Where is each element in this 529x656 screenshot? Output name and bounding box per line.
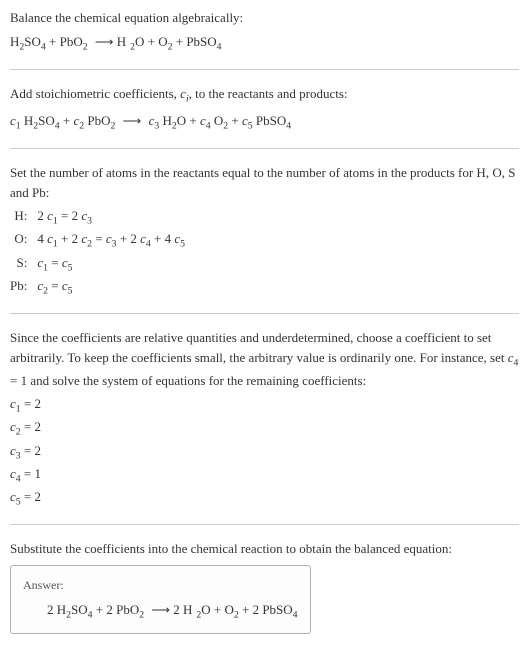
atom-equations: H: 2 c1 = 2 c3 O: 4 c1 + 2 c2 = c3 + 2 c… [10,206,185,299]
step3-text: Since the coefficients are relative quan… [10,328,519,390]
step1-equation: c1 H2SO4 + c2 PbO2 ⟶ c3 H2O + c4 O2 + c5… [10,111,519,134]
answer-equation: 2 H2SO4 + 2 PbO2 ⟶ 2 H2O + O2 + 2 PbSO4 [23,600,298,623]
step1-section: Add stoichiometric coefficients, ci, to … [10,84,519,134]
coeff-c5: c5 = 2 [10,487,519,510]
coeff-c3: c3 = 2 [10,441,519,464]
coeff-c2: c2 = 2 [10,417,519,440]
intro-equation: H2SO4 + PbO2 ⟶ H2O + O2 + PbSO4 [10,32,519,55]
answer-label: Answer: [23,576,298,594]
step3-section: Since the coefficients are relative quan… [10,328,519,510]
atom-row-h: H: 2 c1 = 2 c3 [10,206,185,229]
step1-text: Add stoichiometric coefficients, ci, to … [10,84,519,107]
atom-row-pb: Pb: c2 = c5 [10,276,185,299]
step4-intro: Substitute the coefficients into the che… [10,539,519,559]
divider [10,148,519,149]
step2-intro: Set the number of atoms in the reactants… [10,163,519,202]
coefficient-list: c1 = 2 c2 = 2 c3 = 2 c4 = 1 c5 = 2 [10,394,519,510]
step4-section: Substitute the coefficients into the che… [10,539,519,634]
answer-box: Answer: 2 H2SO4 + 2 PbO2 ⟶ 2 H2O + O2 + … [10,565,311,634]
divider [10,69,519,70]
step2-section: Set the number of atoms in the reactants… [10,163,519,299]
atom-row-s: S: c1 = c5 [10,253,185,276]
atom-row-o: O: 4 c1 + 2 c2 = c3 + 2 c4 + 4 c5 [10,229,185,252]
intro-text: Balance the chemical equation algebraica… [10,8,519,28]
divider [10,313,519,314]
coeff-c4: c4 = 1 [10,464,519,487]
intro-section: Balance the chemical equation algebraica… [10,8,519,55]
divider [10,524,519,525]
coeff-c1: c1 = 2 [10,394,519,417]
